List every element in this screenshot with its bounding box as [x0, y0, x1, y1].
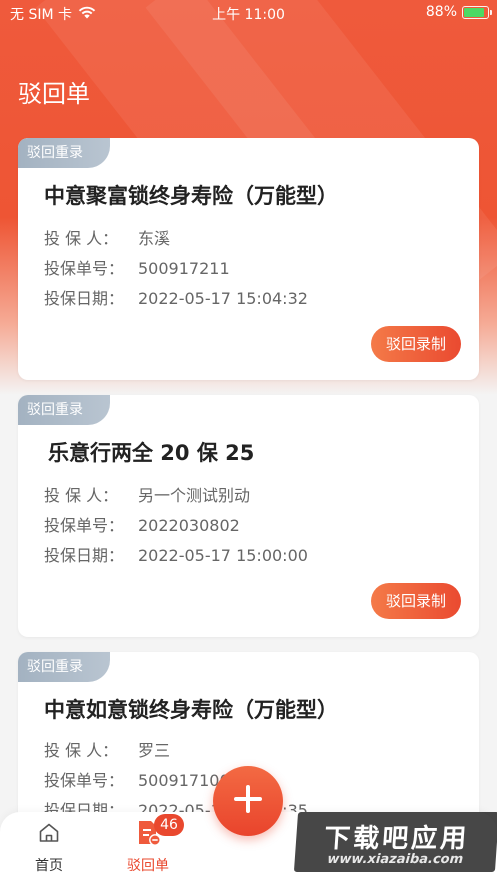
plus-icon [231, 782, 265, 820]
insured-value: 另一个测试别动 [138, 486, 251, 505]
policy-number-row: 投保单号： 500917100 [44, 767, 230, 791]
rejected-policy-card[interactable]: 驳回重录 中意聚富锁终身寿险（万能型） 投 保 人： 东溪 投保单号： 500917… [18, 138, 479, 380]
status-time: 上午 11:00 [212, 7, 285, 23]
add-button[interactable] [213, 766, 283, 836]
policy-number-label: 投保单号： [44, 771, 125, 790]
tab-rejected[interactable]: 46 驳回单 [103, 814, 193, 875]
policy-number-label: 投保单号： [44, 516, 125, 535]
policy-number-value: 2022030802 [138, 516, 240, 535]
status-tag: 驳回重录 [18, 652, 110, 682]
insured-label: 投 保 人： [44, 486, 119, 505]
watermark-url: www.xiazaiba.com [326, 852, 464, 867]
insured-label: 投 保 人： [44, 741, 119, 760]
battery-icon [462, 5, 492, 19]
rejected-policy-card[interactable]: 驳回重录 乐意行两全 20 保 25 投 保 人： 另一个测试别动 投保单号： 20… [18, 395, 479, 637]
date-row: 投保日期： 2022-05-17 15:00:00 [44, 542, 308, 566]
watermark: 下载吧应用 www.xiazaiba.com [293, 812, 497, 872]
home-icon [37, 821, 61, 849]
watermark-title: 下载吧应用 [323, 824, 471, 854]
policy-number-label: 投保单号： [44, 259, 125, 278]
date-label: 投保日期： [44, 289, 125, 308]
re-record-button[interactable]: 驳回录制 [371, 583, 461, 619]
status-tag: 驳回重录 [18, 138, 110, 168]
policy-number-row: 投保单号： 500917211 [44, 255, 230, 279]
insured-value: 东溪 [138, 229, 171, 248]
page-title: 驳回单 [18, 80, 90, 108]
tab-home[interactable]: 首页 [4, 820, 94, 875]
tab-home-label: 首页 [35, 858, 63, 874]
date-label: 投保日期： [44, 546, 125, 565]
insured-row: 投 保 人： 东溪 [44, 225, 170, 249]
tab-rejected-label: 驳回单 [127, 858, 169, 874]
re-record-button[interactable]: 驳回录制 [371, 326, 461, 362]
insured-label: 投 保 人： [44, 229, 119, 248]
product-title: 中意如意锁终身寿险（万能型） [44, 698, 338, 722]
insured-row: 投 保 人： 另一个测试别动 [44, 482, 250, 506]
status-bar: 无 SIM 卡 上午 11:00 88% [0, 0, 497, 26]
date-value: 2022-05-17 15:04:32 [138, 289, 308, 308]
product-title: 乐意行两全 20 保 25 [48, 441, 255, 465]
rejected-count-badge: 46 [154, 814, 184, 836]
date-row: 投保日期： 2022-05-17 15:04:32 [44, 285, 308, 309]
insured-row: 投 保 人： 罗三 [44, 737, 170, 761]
product-title: 中意聚富锁终身寿险（万能型） [44, 184, 338, 208]
date-value: 2022-05-17 15:00:00 [138, 546, 308, 565]
status-tag: 驳回重录 [18, 395, 110, 425]
insured-value: 罗三 [138, 741, 171, 760]
battery-percent: 88% [425, 4, 457, 20]
policy-number-value: 500917211 [138, 259, 230, 278]
policy-number-row: 投保单号： 2022030802 [44, 512, 240, 536]
